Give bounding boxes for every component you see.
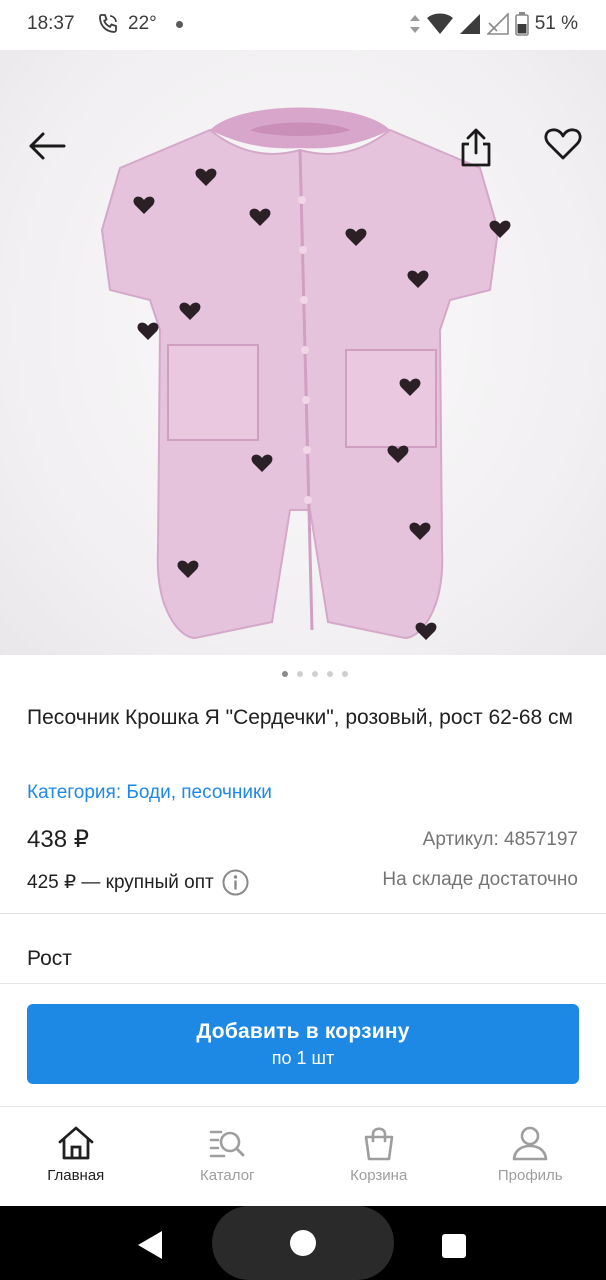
nav-item-cart[interactable]: Корзина [303,1107,455,1206]
back-arrow-icon [29,132,66,160]
wifi-icon [426,13,453,34]
status-bar: 18:37 22° 51 % [0,0,606,50]
divider [0,983,606,984]
product-price: 438 ₽ [27,826,89,853]
nav-label-profile: Профиль [497,1167,563,1184]
favorite-button[interactable] [538,122,588,166]
nav-item-profile[interactable]: Профиль [455,1107,606,1206]
add-to-cart-quantity: по 1 шт [271,1047,335,1068]
system-recents-button[interactable] [442,1234,466,1258]
share-icon [461,128,491,167]
stock-status: На складе достаточно [382,869,578,890]
status-time: 18:37 [27,13,75,34]
nav-label-home: Главная [47,1167,105,1184]
add-to-cart-button[interactable]: Добавить в корзину по 1 шт [27,1004,579,1084]
wholesale-price: 425 ₽ — крупный опт [27,869,249,896]
nav-item-catalog[interactable]: Каталог [152,1107,304,1206]
carousel-dot[interactable] [297,671,303,677]
status-battery: 51 % [534,13,578,34]
data-arrows-icon [409,15,420,33]
signal-empty-icon [486,13,509,35]
wholesale-price-text: 425 ₽ — крупный опт [27,872,214,893]
nav-label-cart: Корзина [350,1167,408,1184]
bottom-navigation: Главная Каталог Корзина Профиль [0,1106,606,1206]
battery-icon [514,12,529,36]
add-to-cart-label: Добавить в корзину [196,1019,410,1043]
carousel-dot[interactable] [327,671,333,677]
system-back-icon[interactable] [134,1228,168,1262]
status-temperature: 22° [128,13,157,34]
signal-icon [459,14,480,34]
notification-dot [176,21,183,28]
info-icon[interactable] [222,869,249,896]
home-icon [58,1126,94,1160]
size-section-label: Рост [27,947,72,970]
share-button[interactable] [452,122,500,172]
cart-bag-icon [364,1127,394,1161]
nav-label-catalog: Каталог [199,1167,255,1184]
carousel-dot[interactable] [342,671,348,677]
product-sku: Артикул: 4857197 [422,829,578,850]
carousel-dot[interactable] [282,671,288,677]
profile-icon [512,1126,548,1161]
product-image[interactable] [0,50,606,655]
product-title: Песочник Крошка Я "Сердечки", розовый, р… [27,706,573,729]
carousel-dot[interactable] [312,671,318,677]
nav-item-home[interactable]: Главная [0,1107,152,1206]
system-navigation-bar [0,1206,606,1280]
phone-call-icon [99,14,117,33]
product-photo-romper [100,107,511,640]
carousel-indicator [282,671,348,677]
category-link[interactable]: Категория: Боди, песочники [27,782,272,804]
system-home-button[interactable] [290,1230,316,1256]
catalog-search-icon [209,1130,245,1158]
divider [0,913,606,914]
back-button[interactable] [22,124,72,168]
heart-icon [544,128,582,160]
